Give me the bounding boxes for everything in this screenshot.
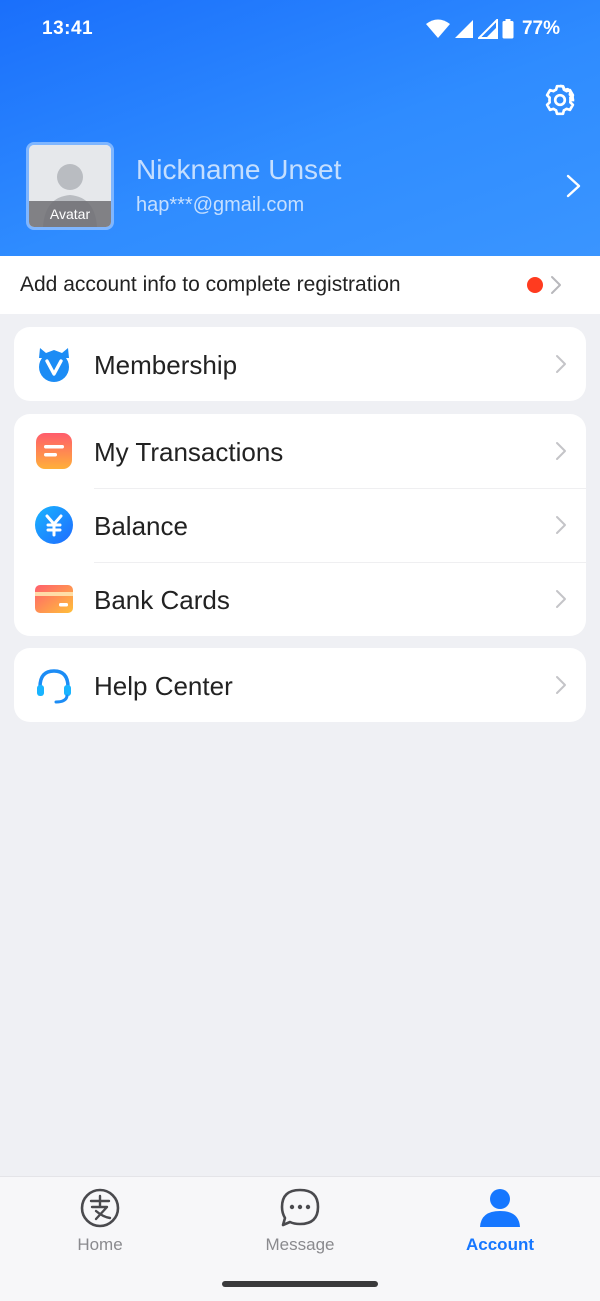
chat-bubble-icon (280, 1188, 320, 1227)
membership-icon (39, 348, 69, 382)
signal-icon (477, 19, 498, 39)
registration-text: Add account info to complete registratio… (20, 273, 401, 296)
membership-card: Membership (14, 327, 586, 401)
finance-card: My Transactions Balance Bank Cards (14, 414, 586, 636)
menu-item-label: Balance (94, 511, 188, 541)
menu-item-label: Membership (94, 350, 238, 380)
menu-item-label: Help Center (94, 671, 233, 701)
headset-icon (37, 669, 71, 704)
gear-icon (545, 84, 575, 116)
notification-dot (527, 277, 543, 293)
nav-tab-label: Message (265, 1235, 335, 1254)
home-indicator-bar[interactable] (222, 1281, 378, 1287)
settings-button[interactable] (540, 80, 580, 120)
avatar[interactable]: Avatar (26, 142, 114, 230)
chevron-right-icon (556, 516, 566, 534)
chevron-right-icon (556, 590, 566, 608)
profile-card[interactable]: Avatar Nickname Unset hap***@gmail.com (26, 142, 586, 232)
nav-tab-home[interactable]: Home (30, 1187, 170, 1267)
balance-yen-icon (35, 506, 73, 544)
profile-header: 13:41 77% Avatar Nickname Unset hap***@g… (0, 0, 600, 256)
nickname: Nickname Unset (136, 154, 342, 185)
signal-icon (454, 20, 473, 38)
menu-item-bank-cards[interactable]: Bank Cards (14, 562, 586, 636)
home-zhi-icon (80, 1188, 120, 1228)
chevron-right-icon (556, 676, 566, 694)
nav-tab-label: Account (466, 1235, 534, 1254)
bank-card-icon (35, 585, 73, 613)
complete-registration-banner[interactable]: Add account info to complete registratio… (0, 256, 600, 314)
battery-percent: 77% (521, 18, 560, 39)
menu-item-label: Bank Cards (94, 585, 230, 615)
person-icon (480, 1189, 520, 1227)
menu-item-label: My Transactions (94, 437, 284, 467)
nav-tab-message[interactable]: Message (230, 1187, 370, 1267)
help-card: Help Center (14, 648, 586, 722)
chevron-right-icon (556, 442, 566, 460)
transactions-icon (36, 433, 72, 469)
menu-item-balance[interactable]: Balance (14, 488, 586, 562)
chevron-right-icon (556, 355, 566, 373)
nav-tab-account[interactable]: Account (430, 1187, 570, 1267)
menu-item-membership[interactable]: Membership (14, 327, 586, 401)
status-time: 13:41 (42, 18, 94, 39)
avatar-label: Avatar (29, 201, 111, 227)
wifi-icon (425, 19, 450, 38)
battery-icon (502, 19, 514, 39)
status-icons: 77% (425, 18, 560, 40)
chevron-right-icon (551, 276, 561, 294)
menu-item-help-center[interactable]: Help Center (14, 648, 586, 722)
status-bar: 13:41 77% (0, 0, 600, 60)
email: hap***@gmail.com (136, 194, 305, 216)
chevron-right-icon (566, 174, 581, 198)
menu-item-my-transactions[interactable]: My Transactions (14, 414, 586, 488)
nav-tab-label: Home (77, 1235, 123, 1254)
